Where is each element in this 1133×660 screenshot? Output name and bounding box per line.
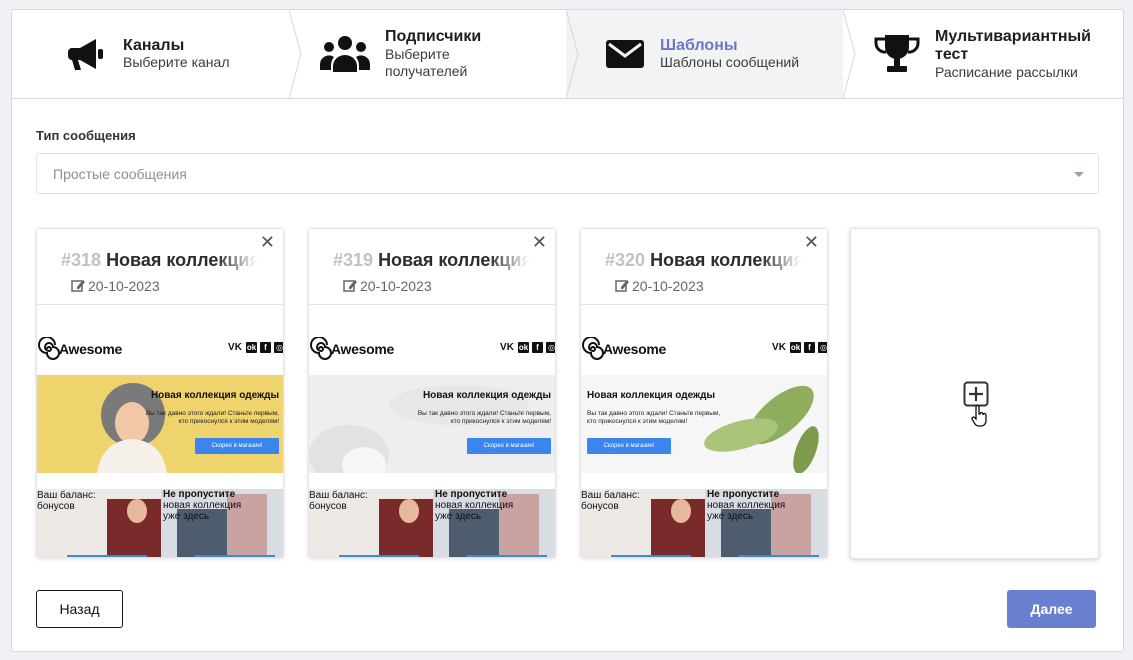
instagram-icon: ◎	[818, 342, 827, 353]
preview-promo-title: Не пропустите	[163, 489, 236, 500]
preview-hero-title: Новая коллекция одежды	[587, 390, 716, 401]
step-title: Подписчики	[385, 28, 482, 45]
envelope-icon	[606, 40, 644, 68]
step-title: Каналы	[123, 37, 185, 54]
edit-icon	[615, 280, 629, 292]
step-separator	[843, 10, 856, 98]
instagram-icon: ◎	[546, 342, 555, 353]
preview-hero-text: Вы так давно этого ждали! Станьте первым…	[417, 410, 551, 425]
template-preview[interactable]: Awesome VK ok f ◎ Новая коллекция одежды Вы…	[309, 305, 555, 557]
close-icon[interactable]: ✕	[532, 233, 547, 251]
preview-hero-title: Новая коллекция одежды	[150, 390, 279, 401]
social-icons: VK ok f ◎	[224, 342, 283, 353]
close-icon[interactable]: ✕	[804, 233, 819, 251]
step-separator	[289, 10, 302, 98]
template-card[interactable]: ✕ #320 Новая коллекция 20-10-2023 Awesom…	[580, 228, 828, 558]
template-date: 20-10-2023	[632, 278, 704, 294]
preview-balance-text: Ваш баланс: бонусов	[37, 490, 96, 512]
step-multivariate-test[interactable]: Мультивариантный тест Расписание рассылк…	[844, 10, 1123, 98]
preview-promo-title: Не пропустите	[707, 489, 780, 500]
facebook-icon: f	[804, 342, 815, 353]
wizard-steps: Каналы Выберите канал Подписчики Выберит…	[12, 10, 1123, 99]
facebook-icon: f	[532, 342, 543, 353]
template-preview[interactable]: Awesome VK ok f ◎ Новая коллекция одежды Вы…	[37, 305, 283, 557]
preview-logo: Awesome	[603, 341, 667, 357]
step-subtitle: Шаблоны сообщений	[660, 54, 800, 70]
step-subtitle-line-1: Выберите	[385, 46, 450, 62]
wizard-panel: Каналы Выберите канал Подписчики Выберит…	[11, 9, 1124, 652]
preview-promo-text: новая коллекция уже здесь	[707, 500, 786, 522]
preview-promo: Не пропустите новая коллекция уже здесь	[435, 489, 527, 522]
message-type-label: Тип сообщения	[36, 128, 136, 143]
preview-logo: Awesome	[59, 341, 123, 357]
plus-square-icon	[963, 381, 989, 407]
ok-icon: ok	[518, 342, 529, 353]
add-template-card[interactable]	[850, 228, 1099, 559]
vk-icon: VK	[228, 342, 242, 353]
template-number: #318	[61, 250, 102, 270]
template-date: 20-10-2023	[88, 278, 160, 294]
preview-hero-button: Скорее в магазин!	[195, 438, 279, 454]
step-channels[interactable]: Каналы Выберите канал	[12, 10, 302, 98]
step-subtitle: Расписание рассылки	[935, 64, 1078, 80]
vk-icon: VK	[772, 342, 786, 353]
preview-hero-button: Скорее в магазин!	[467, 438, 551, 454]
preview-balance-text: Ваш баланс: бонусов	[581, 490, 640, 512]
preview-promo-title: Не пропустите	[435, 489, 508, 500]
preview-hero-text: Вы так давно этого ждали! Станьте первым…	[587, 410, 721, 425]
preview-promo: Не пропустите новая коллекция уже здесь	[707, 489, 799, 522]
template-date: 20-10-2023	[360, 278, 432, 294]
preview-promo-text: новая коллекция уже здесь	[435, 500, 514, 522]
social-icons: VK ok f ◎	[768, 342, 827, 353]
close-icon[interactable]: ✕	[260, 233, 275, 251]
ok-icon: ok	[790, 342, 801, 353]
template-number: #319	[333, 250, 374, 270]
preview-balance-text: Ваш баланс: бонусов	[309, 490, 368, 512]
message-type-value: Простые сообщения	[53, 166, 187, 182]
edit-icon	[343, 280, 357, 292]
trophy-icon	[874, 35, 920, 72]
step-title-line-1: Мультивариантный	[935, 28, 1091, 45]
step-title: Шаблоны	[660, 37, 738, 54]
back-button[interactable]: Назад	[36, 590, 123, 628]
chevron-down-icon	[1074, 172, 1084, 177]
preview-hero-title: Новая коллекция одежды	[422, 390, 551, 401]
preview-hero-text: Вы так давно этого ждали! Станьте первым…	[145, 410, 279, 425]
preview-hero-button: Скорее в магазин!	[587, 438, 671, 454]
next-button[interactable]: Далее	[1007, 590, 1096, 628]
template-card[interactable]: ✕ #318 Новая коллекция 20-10-2023 Awesom…	[36, 228, 284, 558]
hand-pointer-icon	[971, 405, 987, 427]
step-subtitle-line-2: получателей	[385, 63, 468, 79]
template-preview[interactable]: Awesome VK ok f ◎ Новая коллекция одежды Вы…	[581, 305, 827, 557]
step-separator	[566, 10, 579, 98]
preview-promo-text: новая коллекция уже здесь	[163, 500, 242, 522]
ok-icon: ok	[246, 342, 257, 353]
edit-icon	[71, 280, 85, 292]
preview-logo: Awesome	[331, 341, 395, 357]
preview-promo: Не пропустите новая коллекция уже здесь	[163, 489, 255, 522]
users-icon	[320, 36, 370, 72]
vk-icon: VK	[500, 342, 514, 353]
template-number: #320	[605, 250, 646, 270]
facebook-icon: f	[260, 342, 271, 353]
step-title-line-2: тест	[935, 46, 969, 63]
megaphone-icon	[68, 39, 103, 70]
instagram-icon: ◎	[274, 342, 283, 353]
step-subscribers[interactable]: Подписчики Выберите получателей	[290, 10, 579, 98]
template-card[interactable]: ✕ #319 Новая коллекция 20-10-2023 Awesom…	[308, 228, 556, 558]
step-subtitle: Выберите канал	[123, 54, 230, 70]
message-type-select[interactable]: Простые сообщения	[36, 153, 1099, 194]
step-templates[interactable]: Шаблоны Шаблоны сообщений	[567, 10, 856, 98]
social-icons: VK ok f ◎	[496, 342, 555, 353]
